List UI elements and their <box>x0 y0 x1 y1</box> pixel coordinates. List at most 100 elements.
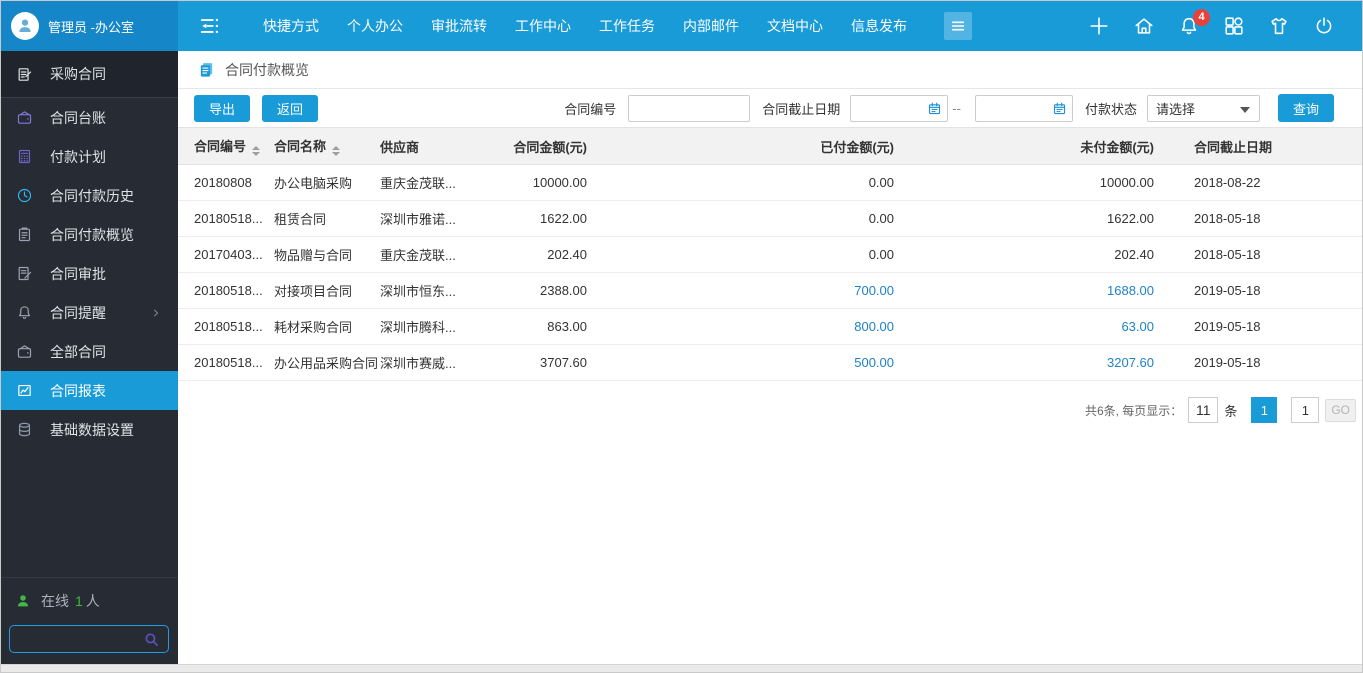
contract-no-input[interactable] <box>628 94 751 122</box>
sidebar-item[interactable]: 全部合同 <box>1 332 178 371</box>
unpaid-amount-cell: 202.40 <box>902 236 1162 273</box>
pay-status-select[interactable]: 请选择 <box>1146 94 1260 122</box>
goto-page-input[interactable] <box>1291 397 1320 423</box>
sidebar-item-label: 合同付款概览 <box>50 226 134 243</box>
date-range-separator: -- <box>952 100 961 116</box>
top-nav-item[interactable]: 信息发布 <box>837 1 921 51</box>
filter-group: 合同编号 合同截止日期 -- 付款状态 请选择 查询 <box>564 94 1334 122</box>
sidebar-item-label: 合同付款历史 <box>50 187 134 204</box>
avatar[interactable] <box>11 12 39 40</box>
page-size-input[interactable] <box>1188 397 1219 423</box>
table-row: 20170403... 物品赠与合同 重庆金茂联... 202.40 0.00 202.4… <box>178 236 1362 273</box>
unpaid-amount-cell: 3207.60 <box>902 344 1162 381</box>
unpaid-amount-cell-link[interactable]: 63.00 <box>1121 319 1154 334</box>
contract-name-cell: 对接项目合同 <box>274 272 380 309</box>
contract-name-cell: 物品赠与合同 <box>274 236 380 273</box>
bell-icon[interactable]: 4 <box>1178 9 1210 37</box>
column-header: 已付金额(元) <box>595 127 902 165</box>
grid-icon[interactable] <box>1223 15 1245 37</box>
contract-no-cell: 20180518... <box>178 308 274 345</box>
back-button[interactable]: 返回 <box>262 94 319 122</box>
date-to-input[interactable] <box>974 94 1073 122</box>
sidebar-item[interactable]: 基础数据设置 <box>1 410 178 449</box>
doc-edit-icon <box>16 66 33 83</box>
column-header-label: 已付金额(元) <box>820 139 894 155</box>
amount-cell: 10000.00 <box>510 164 595 201</box>
column-header[interactable]: 合同名称 <box>274 127 380 165</box>
sidebar-item[interactable]: 采购合同 <box>1 51 178 98</box>
top-nav-item[interactable]: 工作任务 <box>585 1 669 51</box>
sidebar-item[interactable]: 合同付款概览 <box>1 215 178 254</box>
document-icon <box>198 61 215 78</box>
go-button[interactable]: GO <box>1325 398 1356 422</box>
query-button[interactable]: 查询 <box>1277 94 1334 122</box>
paid-amount-cell-link[interactable]: 500.00 <box>854 355 894 370</box>
sidebar-item-label: 合同提醒 <box>50 304 106 321</box>
column-header[interactable]: 合同编号 <box>178 127 274 165</box>
sidebar-item[interactable]: 付款计划 <box>1 137 178 176</box>
due-date-cell: 2019-05-18 <box>1162 308 1362 345</box>
sidebar-search-box <box>9 625 169 653</box>
contract-name-cell: 租赁合同 <box>274 200 380 237</box>
sidebar-item[interactable]: 合同提醒 <box>1 293 178 332</box>
sidebar-item[interactable]: 合同台账 <box>1 98 178 137</box>
export-button[interactable]: 导出 <box>194 94 251 122</box>
wallet-icon <box>16 343 33 360</box>
top-nav-item[interactable]: 审批流转 <box>417 1 501 51</box>
contract-name-cell: 办公用品采购合同 <box>274 344 380 381</box>
unpaid-amount-cell: 1622.00 <box>902 200 1162 237</box>
table-row: 20180518... 租赁合同 深圳市雅诺... 1622.00 0.00 1622.0… <box>178 200 1362 237</box>
sidebar-item-label: 采购合同 <box>50 66 106 82</box>
top-nav-item[interactable]: 内部邮件 <box>669 1 753 51</box>
sidebar-item[interactable]: 合同付款历史 <box>1 176 178 215</box>
due-date-cell: 2018-08-22 <box>1162 164 1362 201</box>
collapse-menu-icon[interactable] <box>197 15 223 37</box>
online-label: 在线 <box>41 593 69 609</box>
sidebar-search-input[interactable] <box>10 631 143 647</box>
sort-icon[interactable] <box>332 146 341 156</box>
user-panel[interactable]: 管理员 -办公室 <box>1 1 178 51</box>
top-nav-menu: 快捷方式 个人办公 审批流转 工作中心 工作任务 内部邮件 文档中心 信息发布 <box>249 1 921 51</box>
supplier-cell: 深圳市腾科... <box>380 308 510 345</box>
date-from-input[interactable] <box>850 94 949 122</box>
top-nav-item[interactable]: 快捷方式 <box>249 1 333 51</box>
sidebar-item[interactable]: 合同审批 <box>1 254 178 293</box>
sidebar-item-label: 合同报表 <box>50 382 106 399</box>
unpaid-amount-cell: 10000.00 <box>902 164 1162 201</box>
paid-amount-cell: 0.00 <box>595 200 902 237</box>
sidebar-item-label: 全部合同 <box>50 343 106 360</box>
column-header-label: 供应商 <box>380 139 420 155</box>
column-header-label: 未付金额(元) <box>1080 139 1154 155</box>
unpaid-amount-cell-link[interactable]: 1688.00 <box>1107 283 1154 298</box>
paid-amount-cell-link[interactable]: 700.00 <box>854 283 894 298</box>
power-icon[interactable] <box>1313 15 1335 37</box>
sidebar-item-label: 合同台账 <box>50 109 106 126</box>
topbar-icon-group: 4 <box>1088 9 1362 37</box>
table-header-row: 合同编号 合同名称 供应商 合同金额(元) 已付金额(元) 未付金额(元) 合同截止日期 <box>178 127 1362 165</box>
supplier-cell: 重庆金茂联... <box>380 164 510 201</box>
paid-amount-cell: 700.00 <box>595 272 902 309</box>
unpaid-amount-cell-link[interactable]: 3207.60 <box>1107 355 1154 370</box>
bell-icon <box>16 304 33 321</box>
paid-amount-cell-link[interactable]: 800.00 <box>854 319 894 334</box>
top-nav-item[interactable]: 文档中心 <box>753 1 837 51</box>
toolbar: 导出 返回 合同编号 合同截止日期 -- 付款状态 请选择 查询 <box>178 89 1362 127</box>
more-menu-button[interactable] <box>944 12 972 40</box>
column-header: 未付金额(元) <box>902 127 1162 165</box>
plus-icon[interactable] <box>1088 15 1110 37</box>
home-icon[interactable] <box>1133 15 1155 37</box>
column-header-label: 合同截止日期 <box>1194 139 1273 155</box>
pagination-summary: 共6条, 每页显示： <box>1084 403 1183 418</box>
supplier-cell: 重庆金茂联... <box>380 236 510 273</box>
current-page-button[interactable]: 1 <box>1251 397 1278 423</box>
top-nav-item[interactable]: 工作中心 <box>501 1 585 51</box>
column-header-label: 合同名称 <box>274 139 327 154</box>
search-icon[interactable] <box>143 631 160 648</box>
sidebar-item[interactable]: 合同报表 <box>1 371 178 410</box>
shirt-icon[interactable] <box>1268 15 1290 37</box>
app-window: 管理员 -办公室 快捷方式 个人办公 审批流转 工作中心 工作任务 内部邮件 文档中心 信息发… <box>0 0 1363 673</box>
contracts-table: 合同编号 合同名称 供应商 合同金额(元) 已付金额(元) 未付金额(元) 合同截止日期 2… <box>178 127 1362 381</box>
sort-icon[interactable] <box>252 146 261 156</box>
top-nav-item[interactable]: 个人办公 <box>333 1 417 51</box>
contract-no-cell: 20180518... <box>178 200 274 237</box>
